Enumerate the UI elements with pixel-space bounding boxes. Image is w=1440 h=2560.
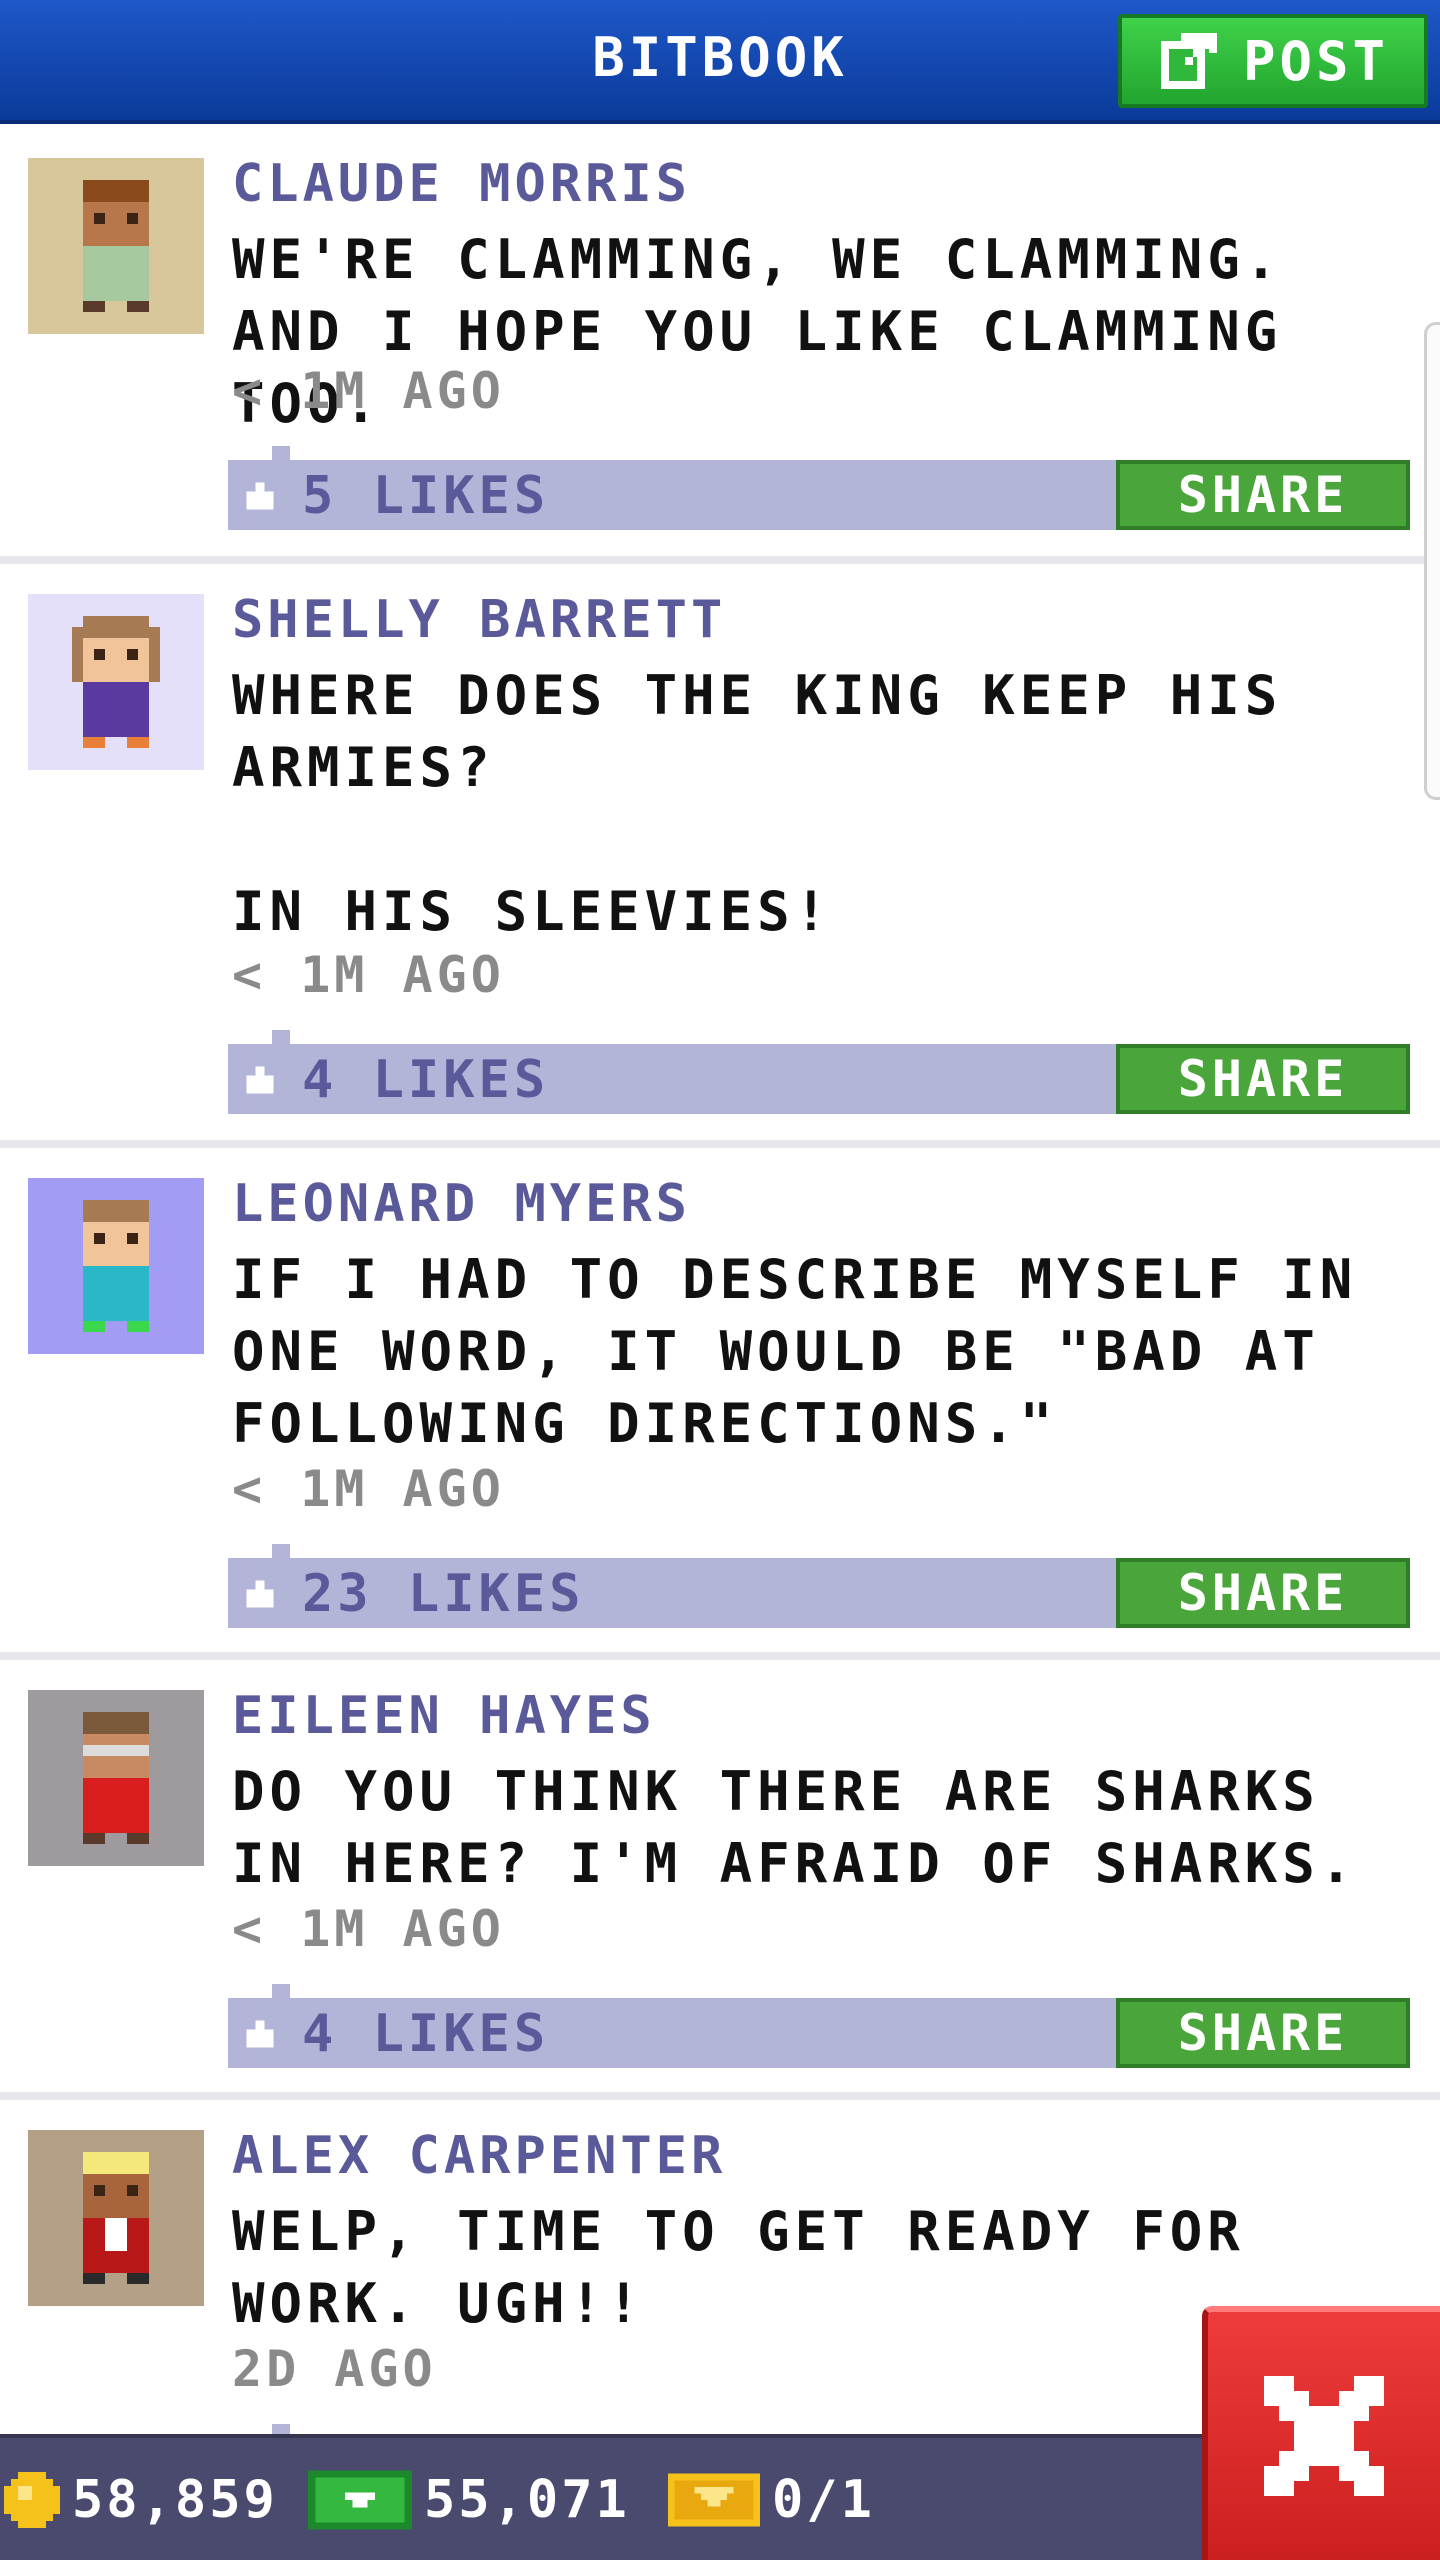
bux-stat: 55,071 xyxy=(308,2460,630,2540)
post-message: IF I HAD TO DESCRIBE MYSELF IN ONE WORD,… xyxy=(232,1248,1395,1455)
like-bar-tab xyxy=(272,1030,290,1044)
avatar[interactable] xyxy=(28,2130,204,2306)
likes-count: 4 LIKES xyxy=(302,1050,550,1110)
post-author[interactable]: CLAUDE MORRIS xyxy=(232,154,691,214)
like-bar: 23 LIKES SHARE xyxy=(228,1558,1410,1628)
post-timestamp: < 1M AGO xyxy=(232,362,505,420)
share-button[interactable]: SHARE xyxy=(1116,1998,1410,2068)
share-button[interactable]: SHARE xyxy=(1116,460,1410,530)
share-button[interactable]: SHARE xyxy=(1116,1044,1410,1114)
post-author[interactable]: EILEEN HAYES xyxy=(232,1686,656,1746)
thumbs-up-icon[interactable] xyxy=(242,478,278,514)
avatar[interactable] xyxy=(28,158,204,334)
cash-icon xyxy=(308,2470,412,2530)
avatar[interactable] xyxy=(28,594,204,770)
close-icon xyxy=(1264,2376,1384,2496)
post-timestamp: < 1M AGO xyxy=(232,946,505,1004)
post-author[interactable]: SHELLY BARRETT xyxy=(232,590,726,650)
feed-post: SHELLY BARRETT WHERE DOES THE KING KEEP … xyxy=(0,564,1440,1148)
likes-count: 5 LIKES xyxy=(302,466,550,526)
like-bar: 4 LIKES SHARE xyxy=(228,1998,1410,2068)
likes-count: 4 LIKES xyxy=(302,2004,550,2064)
thumbs-up-icon[interactable] xyxy=(242,1576,278,1612)
likes-count: 23 LIKES xyxy=(302,1564,585,1624)
share-button[interactable]: SHARE xyxy=(1116,1558,1410,1628)
post-author[interactable]: ALEX CARPENTER xyxy=(232,2126,726,2186)
post-timestamp: 2D AGO xyxy=(232,2340,437,2398)
ticket-icon xyxy=(668,2473,760,2527)
avatar[interactable] xyxy=(28,1178,204,1354)
coins-stat: 58,859 xyxy=(4,2460,278,2540)
post-timestamp: < 1M AGO xyxy=(232,1460,505,1518)
avatar[interactable] xyxy=(28,1690,204,1866)
like-bar: 4 LIKES SHARE xyxy=(228,1044,1410,1114)
coins-value: 58,859 xyxy=(72,2470,278,2530)
feed-post: CLAUDE MORRIS WE'RE CLAMMING, WE CLAMMIN… xyxy=(0,128,1440,564)
bux-value: 55,071 xyxy=(424,2470,630,2530)
post-message: DO YOU THINK THERE ARE SHARKS IN HERE? I… xyxy=(232,1760,1358,1895)
post-author[interactable]: LEONARD MYERS xyxy=(232,1174,691,1234)
post-message: WHERE DOES THE KING KEEP HIS ARMIES? IN … xyxy=(232,664,1283,943)
like-bar-tab xyxy=(272,1544,290,1558)
tickets-stat: 0/1 xyxy=(668,2460,875,2540)
post-button[interactable]: POST xyxy=(1118,14,1428,108)
feed-post: LEONARD MYERS IF I HAD TO DESCRIBE MYSEL… xyxy=(0,1148,1440,1660)
post-button-label: POST xyxy=(1242,29,1390,93)
close-button[interactable] xyxy=(1202,2306,1440,2560)
thumbs-up-icon[interactable] xyxy=(242,1062,278,1098)
like-bar-tab xyxy=(272,1984,290,1998)
like-bar: 5 LIKES SHARE xyxy=(228,460,1410,530)
scroll-indicator[interactable] xyxy=(1424,322,1440,800)
feed-post: EILEEN HAYES DO YOU THINK THERE ARE SHAR… xyxy=(0,1660,1440,2100)
post-timestamp: < 1M AGO xyxy=(232,1900,505,1958)
tickets-value: 0/1 xyxy=(772,2470,875,2530)
edit-icon xyxy=(1160,33,1217,89)
coin-icon xyxy=(4,2472,60,2528)
app-header: BITBOOK POST xyxy=(0,0,1440,124)
thumbs-up-icon[interactable] xyxy=(242,2016,278,2052)
like-bar-tab xyxy=(272,446,290,460)
